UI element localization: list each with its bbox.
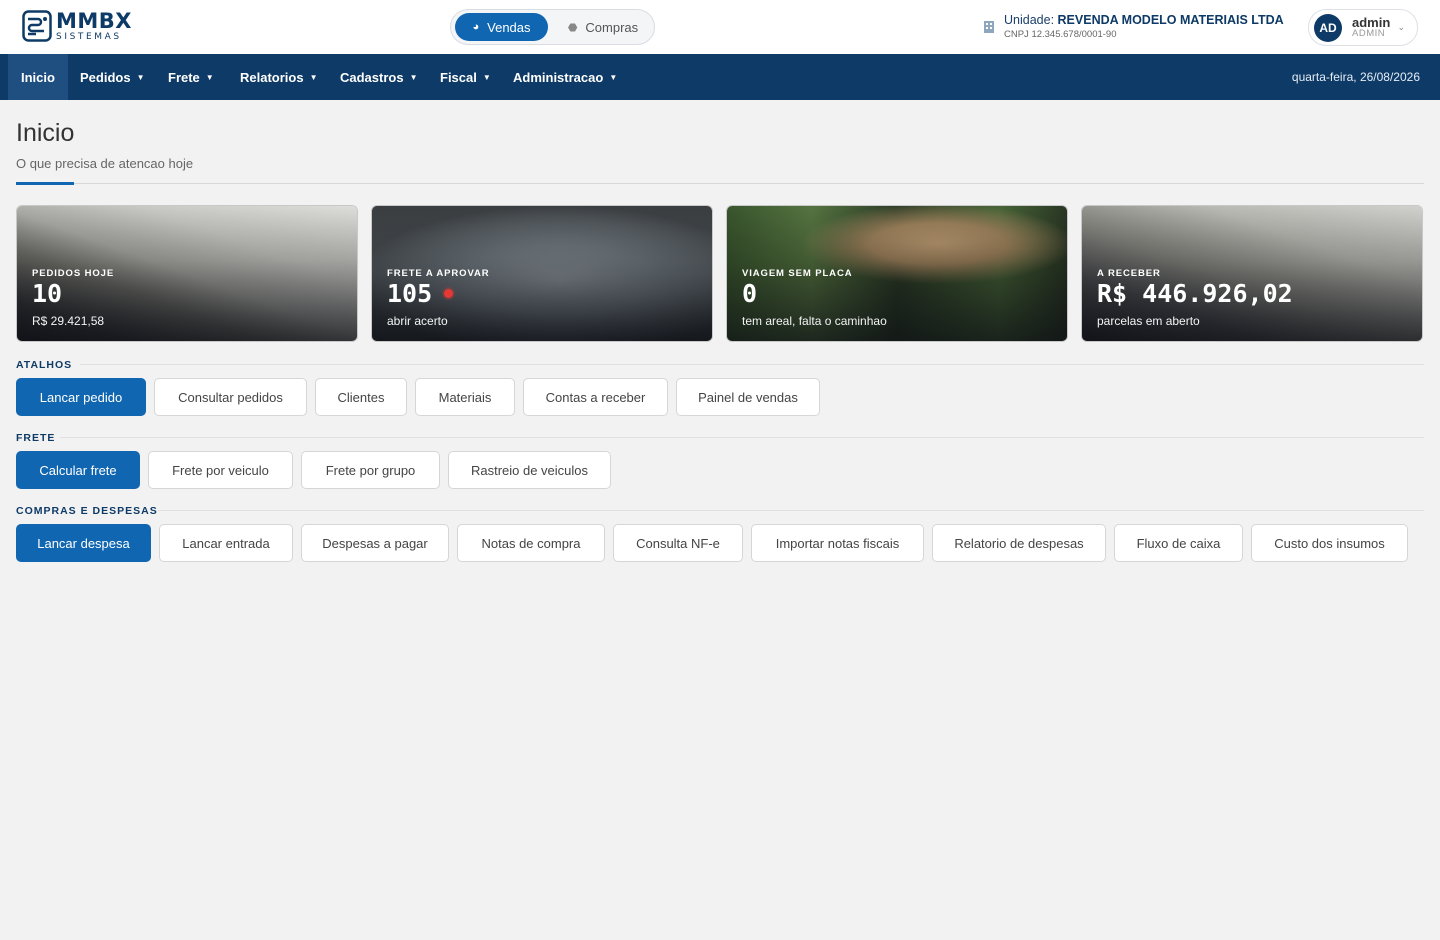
frete-por-grupo-button[interactable]: Frete por grupo	[301, 451, 440, 489]
user-name: admin	[1352, 14, 1391, 30]
frete-por-veiculo-button[interactable]: Frete por veiculo	[148, 451, 293, 489]
section-divider	[158, 510, 1424, 511]
logo[interactable]: MMBX SISTEMAS	[22, 10, 132, 42]
despesas-a-pagar-button[interactable]: Despesas a pagar	[301, 524, 449, 562]
unit-company: REVENDA MODELO MATERIAIS LTDA	[1057, 13, 1284, 27]
logo-icon	[22, 10, 52, 42]
kpi-label: FRETE A APROVAR	[387, 268, 490, 279]
caret-down-icon: ▼	[409, 72, 418, 82]
title-divider	[16, 183, 1424, 184]
avatar: AD	[1314, 13, 1342, 42]
rastreio-de-veiculos-button[interactable]: Rastreio de veiculos	[448, 451, 611, 489]
caret-down-icon: ▼	[205, 72, 214, 82]
main-nav: Inicio Pedidos ▼ Frete ▼ Relatorios ▼ Cadas…	[0, 54, 1440, 100]
kpi-sub: parcelas em aberto	[1097, 314, 1200, 328]
kpi-value: R$ 446.926,02	[1097, 279, 1293, 308]
kpi-value: 0	[742, 279, 758, 308]
mode-toggle: ◕ Vendas ⬣ Compras	[450, 9, 655, 45]
mode-vendas-button[interactable]: ◕ Vendas	[455, 13, 548, 41]
chevron-down-icon: ⌄	[1397, 22, 1405, 32]
nav-item-label: Cadastros	[340, 69, 404, 85]
nav-item-pedidos[interactable]: Pedidos ▼	[80, 54, 145, 100]
clientes-button[interactable]: Clientes	[315, 378, 407, 416]
user-menu[interactable]: AD admin ADMIN ⌄	[1308, 9, 1418, 46]
nav-item-inicio[interactable]: Inicio	[8, 54, 68, 100]
notas-de-compra-button[interactable]: Notas de compra	[457, 524, 605, 562]
kpi-value: 10	[32, 279, 63, 308]
section-divider	[80, 364, 1424, 365]
caret-down-icon: ▼	[482, 72, 491, 82]
nav-item-cadastros[interactable]: Cadastros ▼	[340, 54, 418, 100]
logo-name: MMBX	[56, 8, 132, 33]
kpi-sub: tem areal, falta o caminhao	[742, 314, 887, 328]
building-icon	[984, 21, 994, 33]
consulta-nfe-button[interactable]: Consulta NF-e	[613, 524, 743, 562]
lancar-entrada-button[interactable]: Lancar entrada	[159, 524, 293, 562]
kpi-card-a-receber[interactable]: A RECEBER R$ 446.926,02 parcelas em aber…	[1081, 205, 1423, 342]
painel-de-vendas-button[interactable]: Painel de vendas	[676, 378, 820, 416]
section-title-frete: FRETE	[16, 432, 56, 444]
kpi-label: A RECEBER	[1097, 268, 1161, 279]
current-date: quarta-feira, 26/08/2026	[1291, 70, 1420, 84]
caret-down-icon: ▼	[609, 72, 618, 82]
lancar-pedido-button[interactable]: Lancar pedido	[16, 378, 146, 416]
section-divider	[60, 437, 1424, 438]
importar-notas-fiscais-button[interactable]: Importar notas fiscais	[751, 524, 924, 562]
nav-item-relatorios[interactable]: Relatorios ▼	[240, 54, 318, 100]
relatorio-de-despesas-button[interactable]: Relatorio de despesas	[932, 524, 1106, 562]
mode-compras-button[interactable]: ⬣ Compras	[555, 13, 651, 41]
page-title: Inicio	[16, 119, 75, 147]
alert-dot-icon	[444, 289, 454, 298]
kpi-value: 105	[387, 279, 454, 308]
nav-item-label: Inicio	[21, 69, 55, 85]
nav-item-label: Administracao	[513, 69, 604, 85]
consultar-pedidos-button[interactable]: Consultar pedidos	[154, 378, 307, 416]
nav-item-administracao[interactable]: Administracao ▼	[513, 54, 617, 100]
kpi-card-viagem-sem-placa[interactable]: VIAGEM SEM PLACA 0 tem areal, falta o ca…	[726, 205, 1068, 342]
kpi-card-frete-a-aprovar[interactable]: FRETE A APROVAR 105 abrir acerto	[371, 205, 713, 342]
unit-name: Unidade: REVENDA MODELO MATERIAIS LTDA	[1004, 13, 1284, 27]
money-bag-icon: ◕	[472, 21, 480, 33]
mode-compras-label: Compras	[585, 19, 639, 35]
page-subtitle: O que precisa de atencao hoje	[16, 156, 194, 171]
nav-item-label: Relatorios	[240, 69, 304, 85]
mode-vendas-label: Vendas	[487, 19, 531, 35]
nav-item-label: Pedidos	[80, 69, 131, 85]
lancar-despesa-button[interactable]: Lancar despesa	[16, 524, 151, 562]
kpi-label: PEDIDOS HOJE	[32, 268, 115, 279]
section-title-atalhos: ATALHOS	[16, 359, 73, 371]
caret-down-icon: ▼	[136, 72, 145, 82]
contas-a-receber-button[interactable]: Contas a receber	[523, 378, 668, 416]
fluxo-de-caixa-button[interactable]: Fluxo de caixa	[1114, 524, 1243, 562]
kpi-sub: R$ 29.421,58	[32, 314, 105, 328]
title-accent-bar	[16, 182, 74, 185]
materiais-button[interactable]: Materiais	[415, 378, 515, 416]
custo-dos-insumos-button[interactable]: Custo dos insumos	[1251, 524, 1408, 562]
unit-label: Unidade:	[1004, 13, 1055, 27]
kpi-label: VIAGEM SEM PLACA	[742, 268, 853, 279]
unit-selector[interactable]: Unidade: REVENDA MODELO MATERIAIS LTDA C…	[983, 13, 1284, 40]
top-header: MMBX SISTEMAS ◕ Vendas ⬣ Compras Unidade…	[0, 0, 1440, 54]
user-role: ADMIN	[1352, 28, 1386, 40]
section-title-compras: COMPRAS E DESPESAS	[16, 505, 158, 517]
box-icon: ⬣	[567, 21, 578, 34]
nav-item-frete[interactable]: Frete ▼	[168, 54, 214, 100]
unit-cnpj: CNPJ 12.345.678/0001-90	[1004, 29, 1117, 40]
caret-down-icon: ▼	[309, 72, 318, 82]
calcular-frete-button[interactable]: Calcular frete	[16, 451, 140, 489]
nav-item-label: Fiscal	[440, 69, 477, 85]
kpi-sub: abrir acerto	[387, 314, 448, 328]
nav-item-label: Frete	[168, 69, 200, 85]
logo-subtitle: SISTEMAS	[56, 31, 122, 42]
kpi-card-pedidos-hoje[interactable]: PEDIDOS HOJE 10 R$ 29.421,58	[16, 205, 358, 342]
nav-item-fiscal[interactable]: Fiscal ▼	[440, 54, 491, 100]
